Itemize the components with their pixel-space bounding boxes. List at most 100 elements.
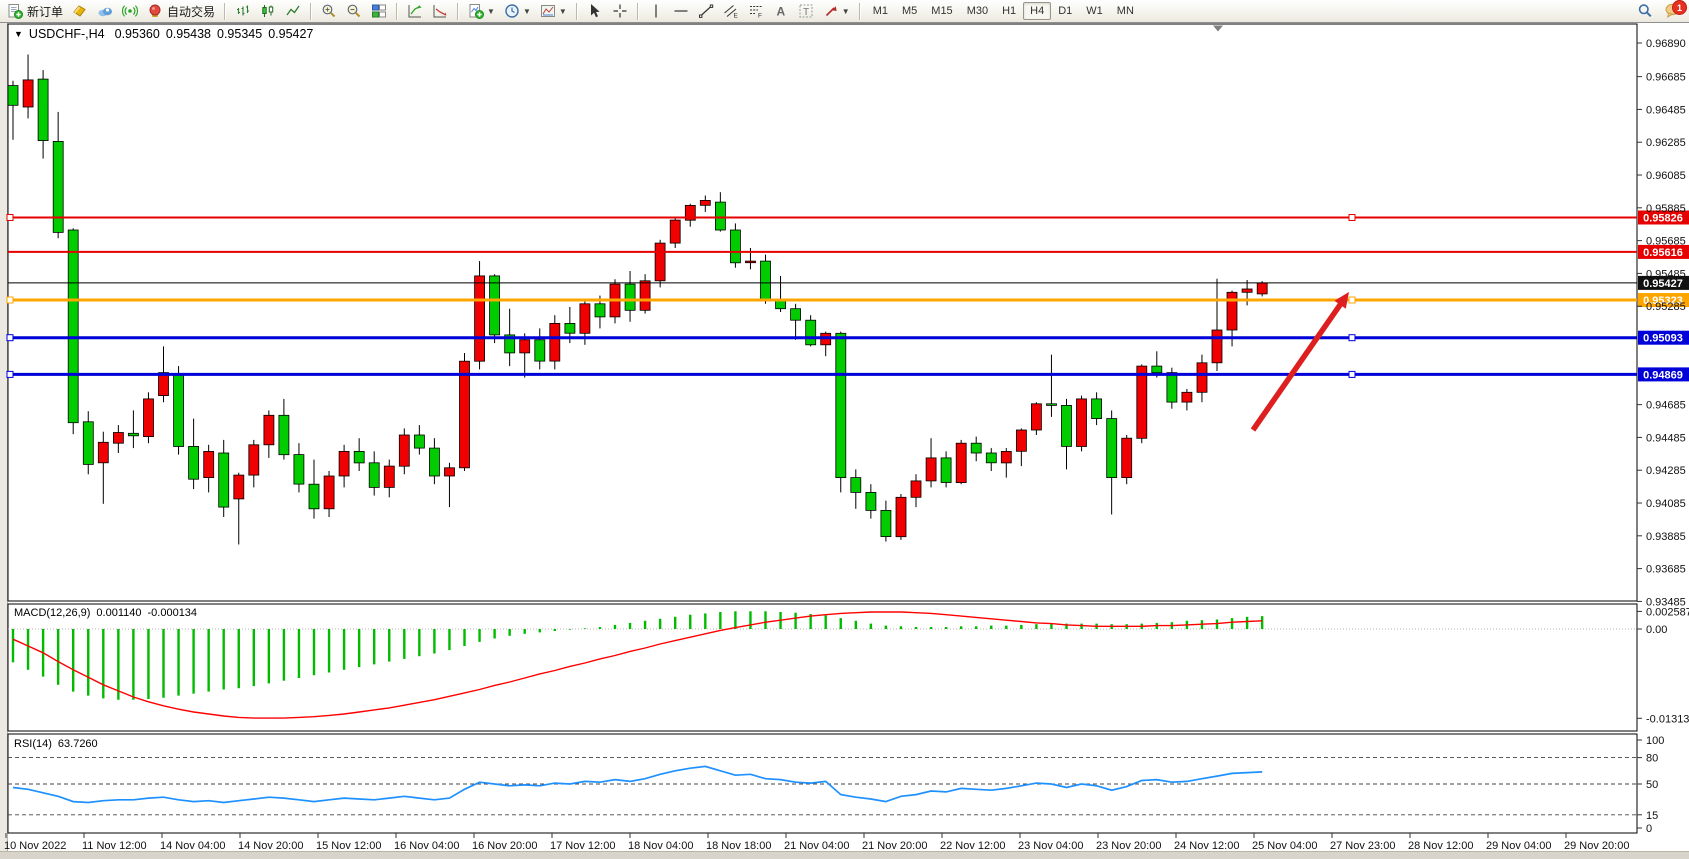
candle-bearish bbox=[38, 79, 48, 141]
horizontal-line-tool-button[interactable] bbox=[669, 1, 693, 21]
search-button[interactable] bbox=[1633, 1, 1657, 21]
timeframe-m15[interactable]: M15 bbox=[924, 2, 959, 20]
main-pane[interactable] bbox=[8, 24, 1637, 601]
tile-windows-button[interactable] bbox=[367, 1, 391, 21]
rsi-pane[interactable] bbox=[8, 734, 1637, 833]
candle-bearish bbox=[1092, 399, 1102, 419]
candle-bullish bbox=[113, 433, 123, 444]
candle-bearish bbox=[595, 304, 605, 317]
candle-bullish bbox=[700, 200, 710, 205]
candle-bearish bbox=[761, 261, 771, 300]
candle-bearish bbox=[1107, 419, 1117, 478]
toolbar-separator bbox=[457, 3, 459, 20]
level-handle[interactable] bbox=[1349, 335, 1355, 341]
chat-button[interactable]: 1 bbox=[1663, 2, 1685, 20]
candle-bearish bbox=[625, 284, 635, 310]
line-chart-button[interactable] bbox=[281, 1, 305, 21]
zoom-out-button[interactable] bbox=[342, 1, 366, 21]
channel-tool-button[interactable]: E bbox=[719, 1, 743, 21]
level-handle[interactable] bbox=[7, 215, 13, 221]
arrow-objects-icon bbox=[823, 3, 839, 19]
candle-bullish bbox=[384, 466, 394, 487]
chat-badge: 1 bbox=[1672, 0, 1687, 15]
cursor-tool-button[interactable] bbox=[583, 1, 607, 21]
crosshair-tool-button[interactable] bbox=[608, 1, 632, 21]
price-axis-label: 0.96890 bbox=[1646, 38, 1686, 50]
rsi-axis-label: 50 bbox=[1646, 779, 1658, 791]
auto-scroll-button[interactable] bbox=[428, 1, 452, 21]
level-handle[interactable] bbox=[7, 371, 13, 377]
candlestick-chart-button[interactable] bbox=[256, 1, 280, 21]
candle-bearish bbox=[730, 230, 740, 263]
trendline-tool-button[interactable] bbox=[694, 1, 718, 21]
chart-canvas[interactable]: 0.958260.956160.954270.953230.950930.948… bbox=[0, 0, 1689, 859]
candle-bullish bbox=[1242, 289, 1252, 292]
candle-bearish bbox=[189, 446, 199, 479]
candle-bearish bbox=[866, 492, 876, 510]
chart-shift-button[interactable] bbox=[403, 1, 427, 21]
auto-scroll-icon bbox=[432, 3, 448, 19]
line-chart-icon bbox=[285, 3, 301, 19]
vertical-line-tool-button[interactable] bbox=[644, 1, 668, 21]
gold-tag-icon bbox=[72, 3, 88, 19]
price-axis-label: 0.95485 bbox=[1646, 268, 1686, 280]
price-axis-label: 0.94085 bbox=[1646, 498, 1686, 510]
rsi-axis-label: 15 bbox=[1646, 810, 1658, 822]
candle-bullish bbox=[204, 451, 214, 477]
candle-bullish bbox=[399, 435, 409, 466]
mt4-window: 新订单 bbox=[0, 0, 1689, 859]
text-label-icon: T bbox=[798, 3, 814, 19]
timeframe-m5[interactable]: M5 bbox=[895, 2, 924, 20]
toolbar-separator bbox=[637, 3, 639, 20]
community-button[interactable] bbox=[93, 1, 117, 21]
periods-clock-button[interactable]: ▼ bbox=[500, 1, 535, 21]
price-axis-label: 0.94285 bbox=[1646, 465, 1686, 477]
fibonacci-tool-button[interactable]: F bbox=[744, 1, 768, 21]
candle-bearish bbox=[279, 415, 289, 454]
level-handle[interactable] bbox=[7, 335, 13, 341]
arrows-tool-button[interactable]: ▼ bbox=[819, 1, 854, 21]
market-watch-button[interactable] bbox=[68, 1, 92, 21]
price-level-tag-text: 0.95093 bbox=[1643, 333, 1683, 345]
timeframe-w1[interactable]: W1 bbox=[1079, 2, 1110, 20]
toolbar-separator bbox=[310, 3, 312, 20]
level-handle[interactable] bbox=[1349, 215, 1355, 221]
text-label-tool-button[interactable]: T bbox=[794, 1, 818, 21]
candle-bearish bbox=[791, 309, 801, 321]
templates-button[interactable]: ▼ bbox=[536, 1, 571, 21]
candle-bullish bbox=[234, 475, 244, 499]
candle-bearish bbox=[53, 141, 63, 232]
rsi-pane-label: RSI(14) 63.7260 bbox=[14, 738, 98, 750]
new-order-label: 新订单 bbox=[27, 3, 63, 20]
timeframe-h4[interactable]: H4 bbox=[1023, 2, 1051, 20]
level-handle[interactable] bbox=[1349, 371, 1355, 377]
candle-bullish bbox=[1197, 363, 1207, 393]
auto-trading-button[interactable]: 自动交易 bbox=[143, 1, 219, 22]
level-handle[interactable] bbox=[1349, 297, 1355, 303]
fibonacci-icon: F bbox=[748, 3, 764, 19]
bar-chart-button[interactable] bbox=[231, 1, 255, 21]
ohlc-low: 0.95345 bbox=[217, 27, 262, 41]
timeframe-d1[interactable]: D1 bbox=[1051, 2, 1079, 20]
candle-bearish bbox=[836, 333, 846, 477]
timeframe-h1[interactable]: H1 bbox=[995, 2, 1023, 20]
rsi-axis-label: 0 bbox=[1646, 823, 1652, 835]
candle-bullish bbox=[98, 442, 108, 463]
chart-title[interactable]: ▼ USDCHF-,H4 0.95360 0.95438 0.95345 0.9… bbox=[14, 27, 313, 41]
timeframe-m1[interactable]: M1 bbox=[866, 2, 895, 20]
candle-bearish bbox=[806, 320, 816, 345]
text-tool-button[interactable]: A bbox=[769, 1, 793, 21]
macd-pane[interactable] bbox=[8, 604, 1637, 731]
timeframe-m30[interactable]: M30 bbox=[960, 2, 995, 20]
add-indicator-button[interactable]: ▼ bbox=[464, 1, 499, 21]
chart-menu-triangle-icon[interactable]: ▼ bbox=[14, 29, 23, 39]
level-handle[interactable] bbox=[7, 297, 13, 303]
price-axis-label: 0.96285 bbox=[1646, 137, 1686, 149]
candle-bearish bbox=[851, 478, 861, 493]
candle-bullish bbox=[159, 373, 169, 396]
signals-button[interactable] bbox=[118, 1, 142, 21]
zoom-in-button[interactable] bbox=[317, 1, 341, 21]
timeframe-mn[interactable]: MN bbox=[1110, 2, 1141, 20]
rsi-label: RSI(14) bbox=[14, 738, 52, 750]
new-order-button[interactable]: 新订单 bbox=[3, 1, 67, 22]
